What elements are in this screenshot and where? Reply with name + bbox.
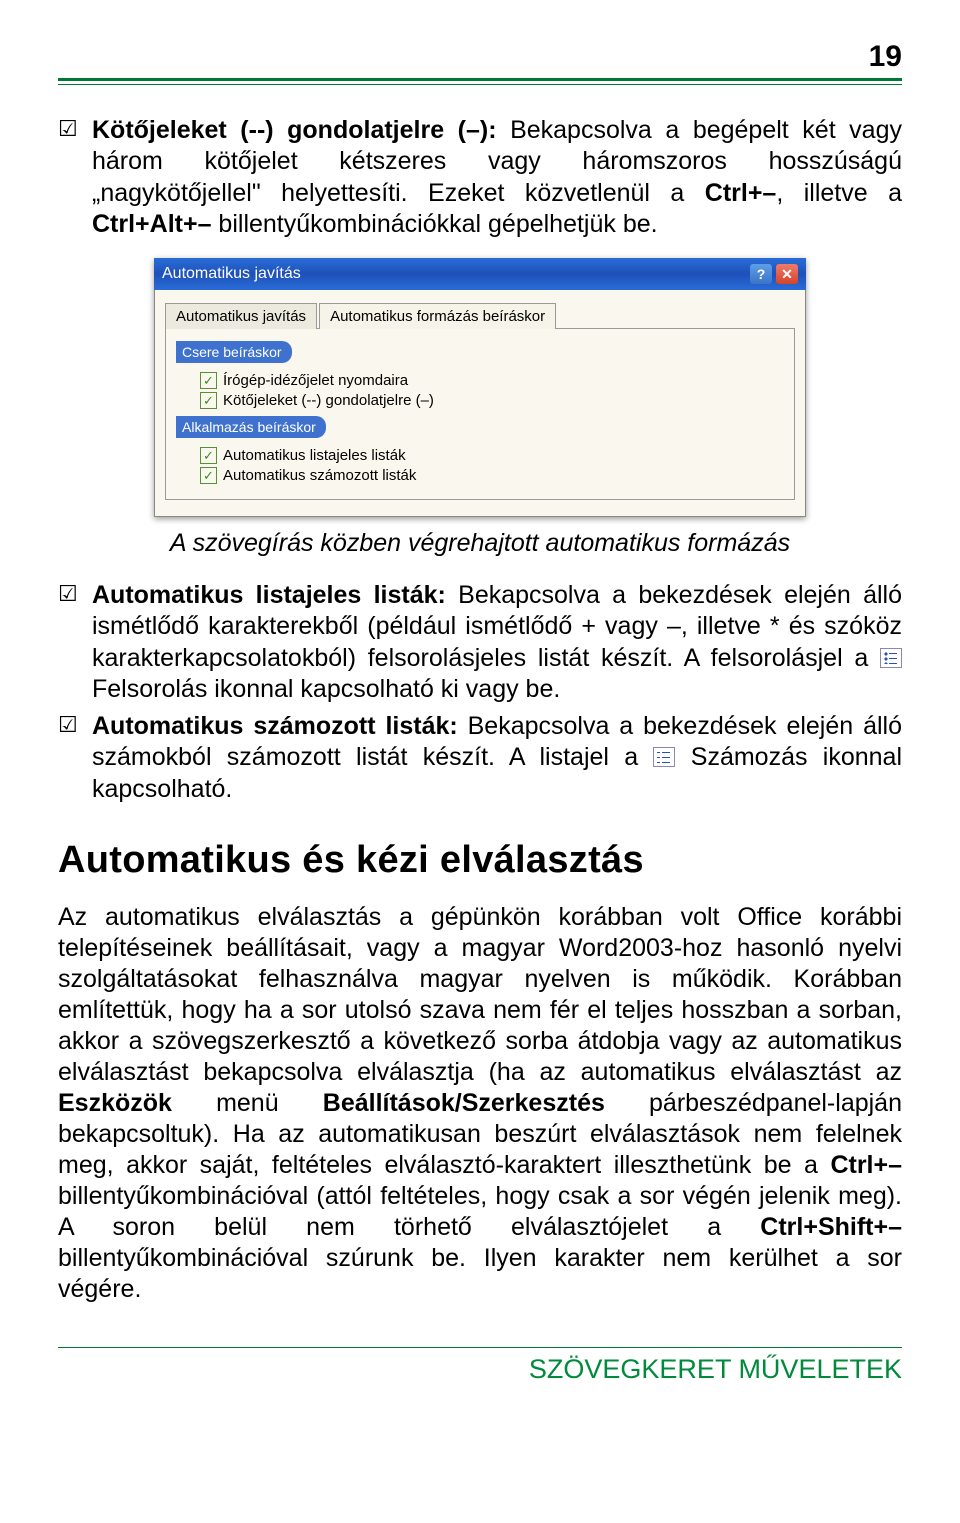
bullets-icon xyxy=(880,648,902,668)
check-item-numlists: ☑ Automatikus számozott listák: Bekapcso… xyxy=(58,711,902,805)
autocorrect-dialog: Automatikus javítás ? ✕ Automatikus javí… xyxy=(154,258,806,517)
item-text: billentyűkombinációkkal gépelhetjük be. xyxy=(211,210,657,238)
check-icon: ☑ xyxy=(58,580,78,608)
body-paragraph: Az automatikus elválasztás a gépünkön ko… xyxy=(58,902,902,1305)
tab-autocorrect[interactable]: Automatikus javítás xyxy=(165,303,317,329)
checkbox-label: Automatikus listajeles listák xyxy=(223,447,406,464)
checkbox-label: Automatikus számozott listák xyxy=(223,467,416,484)
kbd-ctrl-dash: Ctrl+– xyxy=(705,179,777,207)
text-run: menü xyxy=(172,1089,323,1117)
checkbox-icon: ✓ xyxy=(200,447,217,464)
checkbox-label: Írógép-idézőjelet nyomdaira xyxy=(223,372,408,389)
check-icon: ☑ xyxy=(58,115,78,143)
menu-beallitasok-szerkesztes: Beállítások/Szerkesztés xyxy=(323,1089,605,1117)
checkbox-row[interactable]: ✓ Automatikus számozott listák xyxy=(200,467,784,484)
item-text: Felsorolás ikonnal kapcsolható ki vagy b… xyxy=(92,675,560,703)
kbd-ctrl-dash: Ctrl+– xyxy=(830,1151,902,1179)
tab-autoformat-typing[interactable]: Automatikus formázás beíráskor xyxy=(319,303,556,329)
footer-section-label: SZÖVEGKERET MŰVELETEK xyxy=(58,1347,902,1385)
kbd-ctrl-alt-dash: Ctrl+Alt+– xyxy=(92,210,211,238)
text-run: Az automatikus elválasztás a gépünkön ko… xyxy=(58,903,902,1086)
item-lead: Kötőjeleket (--) gondolatjelre (–): xyxy=(92,116,497,144)
item-lead: Automatikus listajeles listák: xyxy=(92,581,446,609)
checkbox-icon: ✓ xyxy=(200,467,217,484)
kbd-ctrl-shift-dash: Ctrl+Shift+– xyxy=(760,1213,902,1241)
checkbox-row[interactable]: ✓ Írógép-idézőjelet nyomdaira xyxy=(200,372,784,389)
dialog-titlebar: Automatikus javítás ? ✕ xyxy=(154,258,806,290)
menu-eszkozok: Eszközök xyxy=(58,1089,172,1117)
page-number: 19 xyxy=(58,40,902,74)
check-item-hyphens: ☑ Kötőjeleket (--) gondolatjelre (–): Be… xyxy=(58,115,902,240)
section-heading: Automatikus és kézi elválasztás xyxy=(58,839,902,882)
check-icon: ☑ xyxy=(58,711,78,739)
dialog-title: Automatikus javítás xyxy=(162,265,301,283)
close-button[interactable]: ✕ xyxy=(776,264,798,284)
checkbox-label: Kötőjeleket (--) gondolatjelre (–) xyxy=(223,392,434,409)
checkbox-row[interactable]: ✓ Kötőjeleket (--) gondolatjelre (–) xyxy=(200,392,784,409)
checkbox-icon: ✓ xyxy=(200,392,217,409)
text-run: billentyűkombinációval szúrunk be. Ilyen… xyxy=(58,1244,902,1303)
item-lead: Automatikus számozott listák: xyxy=(92,712,458,740)
help-button[interactable]: ? xyxy=(750,264,772,284)
numbering-icon xyxy=(653,747,675,767)
section-apply-typing: Alkalmazás beíráskor xyxy=(176,416,326,438)
check-item-bulletlists: ☑ Automatikus listajeles listák: Bekapcs… xyxy=(58,580,902,705)
checkbox-icon: ✓ xyxy=(200,372,217,389)
section-replace-typing: Csere beíráskor xyxy=(176,341,292,363)
header-rule xyxy=(58,78,902,85)
checkbox-row[interactable]: ✓ Automatikus listajeles listák xyxy=(200,447,784,464)
dialog-panel: Csere beíráskor ✓ Írógép-idézőjelet nyom… xyxy=(165,328,795,500)
item-text: , illetve a xyxy=(776,179,902,207)
figure-caption: A szövegírás közben végrehajtott automat… xyxy=(58,529,902,558)
